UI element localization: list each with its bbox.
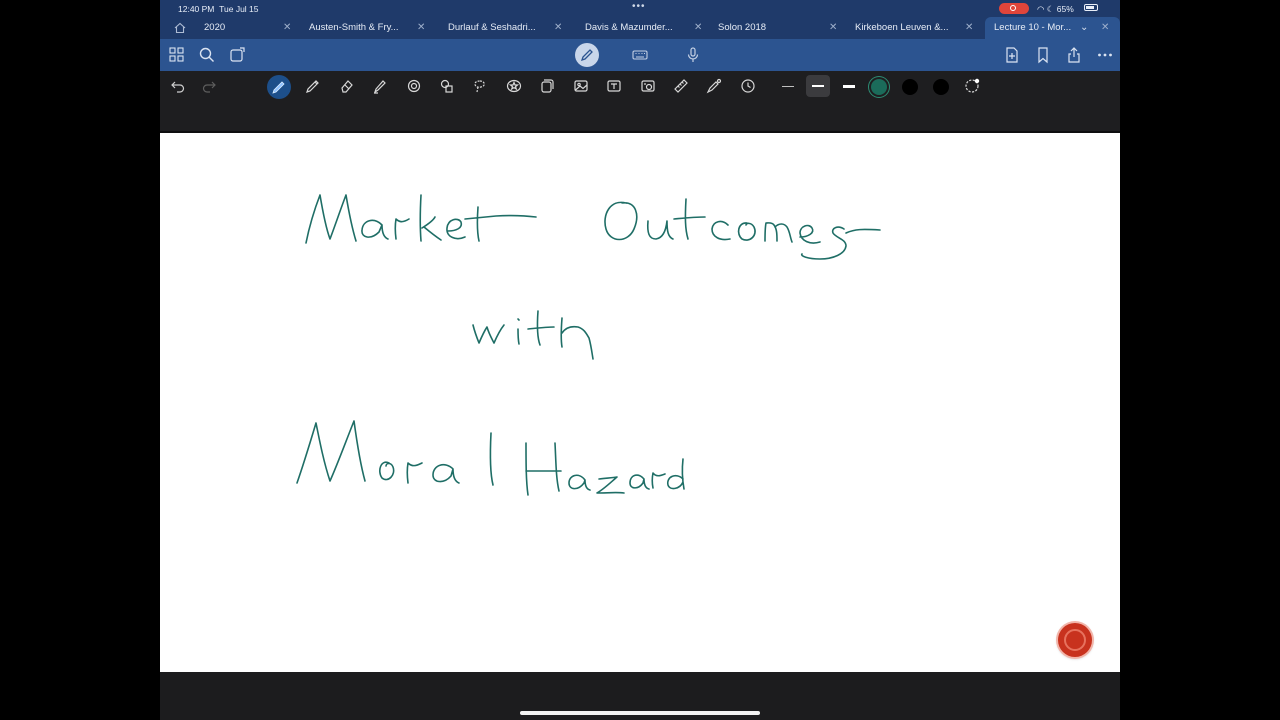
system-status: ◠ ☾ 65% [1037,4,1074,15]
multitask-dots-icon[interactable]: ••• [632,1,646,12]
handwriting-with [472,310,594,360]
star-icon[interactable] [506,78,522,94]
shape-icon[interactable] [406,78,422,94]
close-icon[interactable]: ✕ [417,17,425,39]
sticker-icon[interactable] [539,78,555,94]
tab-label: Solon 2018 [718,22,767,33]
tab-2020[interactable]: ​2020 ✕ [204,17,291,39]
pen-tool-selected[interactable] [267,75,291,99]
tab-label: ​2020 [204,22,226,33]
handwriting-moral-hazard [296,420,685,496]
pen-icon [272,81,285,94]
tab-label: Kirkeboen Leuven &... [855,22,949,33]
tab-label: Durlauf & Seshadri... [448,22,536,33]
moon-icon: ☾ [1046,4,1055,14]
redo-icon[interactable] [201,78,217,94]
ipad-screen: 12:40 PM Tue Jul 15 ••• ◠ ☾ 65% ​2020 ✕ … [160,0,1120,720]
tab-label: Davis & Mazumder... [585,22,673,33]
close-icon[interactable]: ✕ [694,17,702,39]
color-swatch-black[interactable] [902,79,918,95]
tool-toolbar [160,71,1120,133]
home-indicator[interactable] [520,711,760,715]
battery-percent: 65% [1056,4,1074,14]
ruler-icon[interactable] [673,78,689,94]
screen-recording-indicator[interactable] [999,3,1029,14]
color-swatch-black-2[interactable] [933,79,949,95]
highlighter-icon[interactable] [372,78,388,94]
pen-mode-button[interactable] [575,43,599,67]
chevron-down-icon[interactable]: ⌄ [1080,17,1088,39]
close-icon[interactable]: ✕ [1101,17,1109,39]
pages-icon[interactable] [228,46,246,64]
handwriting-market-outcomes [305,194,881,260]
stroke-thick[interactable] [843,85,855,88]
record-button[interactable] [1058,623,1092,657]
element-icon[interactable] [439,78,455,94]
more-icon[interactable] [1096,46,1114,64]
tab-davis[interactable]: Davis & Mazumder... ✕ [585,17,702,39]
clock-icon[interactable] [740,78,756,94]
tab-kirkeboen[interactable]: Kirkeboen Leuven &... ✕ [855,17,973,39]
color-swatch-green[interactable] [871,79,887,95]
image-icon[interactable] [573,78,589,94]
search-icon[interactable] [198,46,216,64]
pen-mode-icon [580,49,593,62]
color-picker-icon[interactable] [964,78,980,94]
close-icon[interactable]: ✕ [829,17,837,39]
note-canvas[interactable] [160,133,1120,672]
pencil-icon[interactable] [305,78,321,94]
document-toolbar [160,39,1120,71]
home-icon[interactable] [174,22,186,34]
share-icon[interactable] [1065,46,1083,64]
wifi-icon: ◠ [1037,4,1045,14]
status-bar: 12:40 PM Tue Jul 15 ••• ◠ ☾ 65% [160,0,1120,17]
grid-icon[interactable] [168,46,186,64]
camera-icon[interactable] [640,78,656,94]
bookmark-icon[interactable] [1034,46,1052,64]
laser-icon[interactable] [706,78,722,94]
tab-lecture-10[interactable]: Lecture 10 - Mor... ⌄ ✕ [985,17,1120,39]
lasso-icon[interactable] [472,78,488,94]
close-icon[interactable]: ✕ [965,17,973,39]
close-icon[interactable]: ✕ [283,17,291,39]
handwriting-layer [296,194,881,496]
add-page-icon[interactable] [1003,46,1021,64]
stroke-medium[interactable] [812,85,824,87]
undo-icon[interactable] [170,78,186,94]
eraser-icon[interactable] [339,78,355,94]
status-time: 12:40 PM Tue Jul 15 [178,4,259,14]
close-icon[interactable]: ✕ [554,17,562,39]
tab-label: Austen-Smith & Fry... [309,22,399,33]
status-date: Tue Jul 15 [219,4,259,14]
tab-durlauf[interactable]: Durlauf & Seshadri... ✕ [448,17,562,39]
tab-label: Lecture 10 - Mor... [994,22,1072,33]
stroke-thin[interactable] [782,86,794,87]
tab-austen-smith[interactable]: Austen-Smith & Fry... ✕ [309,17,425,39]
microphone-icon[interactable] [684,46,702,64]
tab-solon[interactable]: Solon 2018 ✕ [718,17,837,39]
text-icon[interactable] [606,78,622,94]
battery-icon [1084,4,1098,11]
keyboard-icon[interactable] [631,46,649,64]
tab-bar: ​2020 ✕ Austen-Smith & Fry... ✕ Durlauf … [160,17,1120,39]
